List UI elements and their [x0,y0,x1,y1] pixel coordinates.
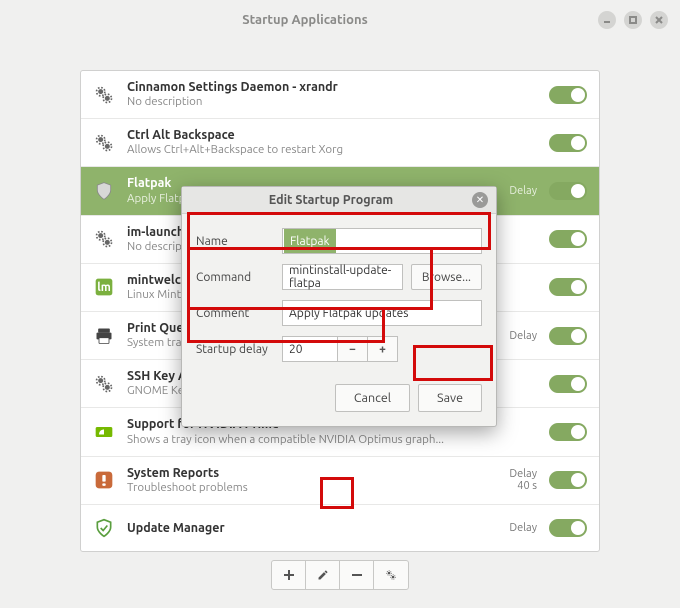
bottom-toolbar [0,552,680,608]
item-delay: Delay [487,522,537,534]
name-label: Name [196,235,282,248]
item-desc: Troubleshoot problems [127,481,487,496]
item-name: Ctrl Alt Backspace [127,127,487,143]
toggle-switch[interactable] [549,182,587,200]
comment-label: Comment [196,307,282,320]
command-label: Command [196,271,282,284]
delay-label: Startup delay [196,343,282,356]
svg-text:lm: lm [97,282,111,295]
warning-icon [93,469,115,491]
settings-button[interactable] [374,561,408,589]
titlebar: Startup Applications [0,0,680,40]
toggle-switch[interactable] [549,375,587,393]
list-item[interactable]: System ReportsTroubleshoot problems Dela… [81,457,599,505]
browse-button[interactable]: Browse... [411,264,482,290]
shield-check-icon [93,517,115,539]
nvidia-icon [93,421,115,443]
toggle-switch[interactable] [549,86,587,104]
dialog-title: Edit Startup Program [190,193,472,207]
comment-input[interactable]: Apply Flatpak updates [282,300,482,326]
item-desc: Allows Ctrl+Alt+Backspace to restart Xor… [127,143,487,158]
edit-dialog: Edit Startup Program ✕ Name Flatpak Comm… [181,186,497,427]
toggle-switch[interactable] [549,471,587,489]
toggle-switch[interactable] [549,519,587,537]
dialog-close-icon[interactable]: ✕ [472,192,488,208]
remove-button[interactable] [340,561,374,589]
item-delay: Delay 40 s [487,468,537,492]
edit-button[interactable] [306,561,340,589]
gear-icon [93,84,115,106]
decrement-button[interactable]: − [338,336,368,362]
increment-button[interactable]: + [368,336,398,362]
gear-icon [93,373,115,395]
list-item[interactable]: Update Manager Delay [81,505,599,551]
toggle-switch[interactable] [549,327,587,345]
cancel-button[interactable]: Cancel [335,384,410,412]
close-button[interactable] [650,11,668,29]
name-input[interactable]: Flatpak [282,228,482,254]
delay-value[interactable]: 20 [282,336,338,362]
printer-icon [93,325,115,347]
item-name: Cinnamon Settings Daemon - xrandr [127,79,487,95]
add-button[interactable] [272,561,306,589]
minimize-button[interactable] [598,11,616,29]
mint-icon: lm [93,276,115,298]
list-item[interactable]: Ctrl Alt BackspaceAllows Ctrl+Alt+Backsp… [81,119,599,167]
command-input[interactable]: mintinstall-update-flatpa [282,264,403,290]
shield-icon [93,180,115,202]
toggle-switch[interactable] [549,230,587,248]
gear-icon [93,228,115,250]
toggle-switch[interactable] [549,423,587,441]
item-desc: No description [127,95,487,110]
list-item[interactable]: Cinnamon Settings Daemon - xrandrNo desc… [81,71,599,119]
toggle-switch[interactable] [549,278,587,296]
delay-spinner: 20 − + [282,336,482,362]
toggle-switch[interactable] [549,134,587,152]
gear-icon [93,132,115,154]
window-title: Startup Applications [12,13,598,27]
item-name: System Reports [127,465,487,481]
save-button[interactable]: Save [418,384,482,412]
item-desc: Shows a tray icon when a compatible NVID… [127,433,487,448]
item-name: Update Manager [127,520,487,536]
maximize-button[interactable] [624,11,642,29]
